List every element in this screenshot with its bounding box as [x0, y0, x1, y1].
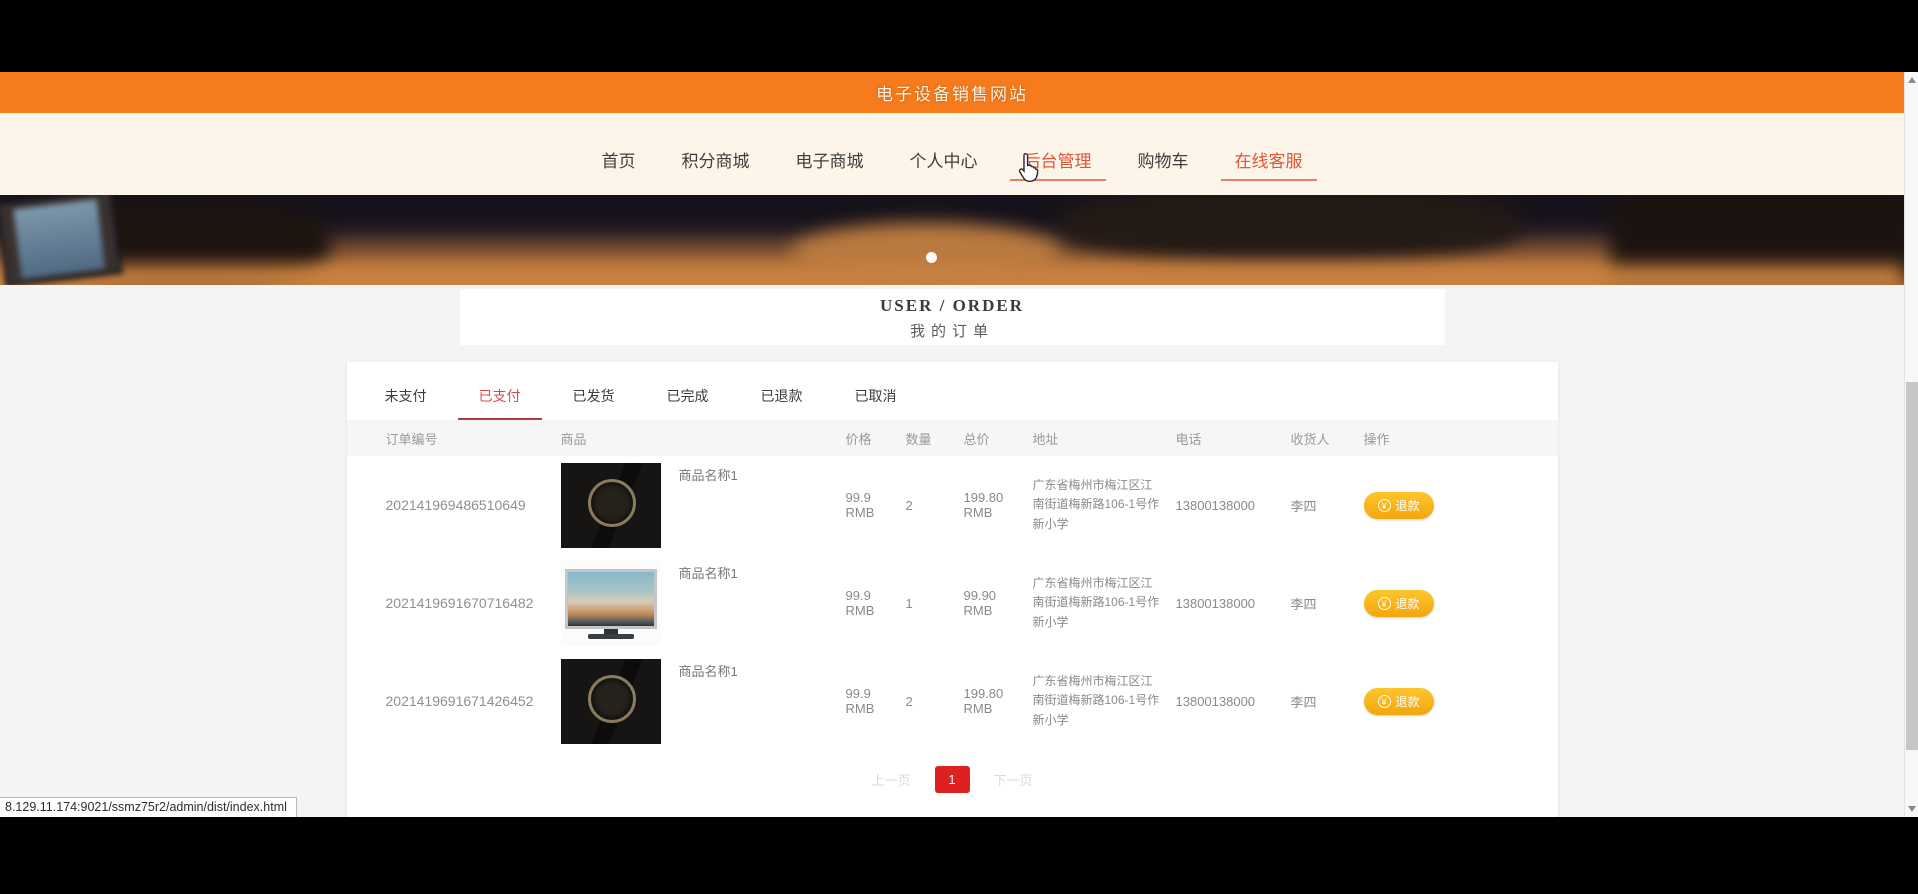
- scrollbar-thumb[interactable]: [1906, 382, 1918, 750]
- pagination: 上一页 1 下一页: [347, 766, 1558, 793]
- refund-button[interactable]: ¥ 退款: [1363, 687, 1434, 715]
- col-header-product: 商品: [560, 431, 587, 447]
- quantity: 1: [905, 595, 913, 611]
- refund-button-label: 退款: [1395, 596, 1420, 611]
- scroll-up-icon[interactable]: [1908, 77, 1916, 83]
- recipient: 李四: [1290, 694, 1317, 710]
- product-cell: 商品名称1: [546, 554, 831, 646]
- page-heading: USER / ORDER 我的订单: [459, 289, 1445, 345]
- page-heading-zh: 我的订单: [909, 324, 994, 340]
- orders-table-header: 订单编号 商品 价格 数量 总价 地址 电话 收货人 操作: [346, 420, 1558, 456]
- hero-carousel[interactable]: [0, 195, 1904, 285]
- product-image[interactable]: [560, 659, 661, 744]
- order-number: 2021419691671426452: [385, 693, 534, 709]
- tv-stand: [603, 628, 618, 634]
- recipient: 李四: [1290, 498, 1317, 514]
- letterbox-top: [0, 0, 1918, 72]
- order-number: 2021419691670716482: [385, 595, 534, 611]
- col-header-quantity: 数量: [905, 431, 932, 447]
- pagination-prev-button[interactable]: 上一页: [871, 770, 910, 789]
- product-image[interactable]: [560, 561, 661, 646]
- scroll-down-icon[interactable]: [1908, 806, 1916, 812]
- main-nav: 首页 积分商城 电子商城 个人中心 后台管理 购物车 在线客服: [0, 113, 1904, 195]
- action-cell: ¥ 退款: [1349, 687, 1534, 715]
- tab-paid[interactable]: 已支付: [457, 386, 542, 420]
- vertical-scrollbar[interactable]: [1904, 72, 1918, 817]
- banner-phone-image: [0, 195, 123, 285]
- address: 广东省梅州市梅江区江南街道梅新路106-1号作新小学: [1032, 576, 1160, 629]
- col-header-phone: 电话: [1175, 431, 1202, 447]
- recipient: 李四: [1290, 596, 1317, 612]
- nav-item-online-service[interactable]: 在线客服: [1220, 147, 1317, 181]
- price: 99.9 RMB: [845, 588, 875, 618]
- mouse-cursor-pointer: [1016, 152, 1043, 188]
- phone: 13800138000: [1175, 693, 1256, 709]
- coin-icon: ¥: [1377, 498, 1391, 512]
- tab-shipped[interactable]: 已发货: [573, 386, 615, 418]
- product-cell: 商品名称1: [546, 652, 831, 744]
- phone: 13800138000: [1175, 595, 1256, 611]
- site-header: 电子设备销售网站: [0, 72, 1904, 113]
- product-image[interactable]: [560, 463, 661, 548]
- table-row: 202141969486510649 商品名称1 99.9 RMB 2 199.…: [347, 456, 1558, 554]
- nav-item-points-mall[interactable]: 积分商城: [682, 147, 750, 172]
- tab-unpaid[interactable]: 未支付: [385, 386, 427, 418]
- site-title: 电子设备销售网站: [876, 85, 1028, 104]
- col-header-total: 总价: [963, 431, 990, 447]
- total-price: 199.80 RMB: [963, 686, 1004, 716]
- product-name: 商品名称1: [678, 664, 738, 679]
- col-header-action: 操作: [1363, 431, 1390, 447]
- col-header-recipient: 收货人: [1290, 431, 1330, 447]
- carousel-dot-icon[interactable]: [926, 252, 937, 263]
- banner-phone-screen: [13, 199, 106, 279]
- nav-item-cart[interactable]: 购物车: [1138, 147, 1189, 172]
- tv-stand-base: [587, 633, 634, 639]
- browser-page: 电子设备销售网站 首页 积分商城 电子商城 个人中心 后台管理 购物车 在线客服…: [0, 72, 1904, 817]
- page-heading-en: USER / ORDER: [880, 296, 1024, 315]
- tv-screen: [564, 568, 657, 629]
- action-cell: ¥ 退款: [1349, 491, 1534, 519]
- col-header-price: 价格: [845, 431, 872, 447]
- address: 广东省梅州市梅江区江南街道梅新路106-1号作新小学: [1032, 478, 1160, 531]
- refund-button-label: 退款: [1395, 694, 1420, 709]
- phone: 13800138000: [1175, 497, 1256, 513]
- quantity: 2: [905, 497, 913, 513]
- pagination-page-1[interactable]: 1: [934, 766, 970, 793]
- letterbox-bottom: [0, 817, 1918, 894]
- product-name: 商品名称1: [678, 566, 738, 581]
- tab-refunded[interactable]: 已退款: [761, 386, 803, 418]
- product-name: 商品名称1: [678, 468, 738, 483]
- table-row: 2021419691670716482 商品名称1 99.9 RMB 1 99.…: [347, 554, 1558, 652]
- col-header-order-no: 订单编号: [385, 431, 438, 447]
- coin-icon: ¥: [1377, 694, 1391, 708]
- banner-blur-shape: [1060, 195, 1520, 261]
- refund-button-label: 退款: [1395, 498, 1420, 513]
- tab-completed[interactable]: 已完成: [667, 386, 709, 418]
- total-price: 99.90 RMB: [963, 588, 997, 618]
- order-number: 202141969486510649: [385, 497, 526, 513]
- banner-blur-shape: [0, 265, 1904, 285]
- total-price: 199.80 RMB: [963, 490, 1004, 520]
- orders-card: 未支付 已支付 已发货 已完成 已退款 已取消 订单编号 商品 价格 数量 总价…: [346, 362, 1558, 817]
- address: 广东省梅州市梅江区江南街道梅新路106-1号作新小学: [1032, 674, 1160, 727]
- screen: 电子设备销售网站 首页 积分商城 电子商城 个人中心 后台管理 购物车 在线客服…: [0, 0, 1918, 894]
- price: 99.9 RMB: [845, 490, 875, 520]
- col-header-address: 地址: [1032, 431, 1059, 447]
- quantity: 2: [905, 693, 913, 709]
- product-cell: 商品名称1: [546, 456, 831, 548]
- pagination-next-button[interactable]: 下一页: [994, 770, 1033, 789]
- nav-item-electronics-mall[interactable]: 电子商城: [796, 147, 864, 172]
- refund-button[interactable]: ¥ 退款: [1363, 491, 1434, 519]
- refund-button[interactable]: ¥ 退款: [1363, 589, 1434, 617]
- tab-cancelled[interactable]: 已取消: [855, 386, 897, 418]
- table-row: 2021419691671426452 商品名称1 99.9 RMB 2 199…: [347, 652, 1558, 750]
- action-cell: ¥ 退款: [1349, 589, 1534, 617]
- price: 99.9 RMB: [845, 686, 875, 716]
- nav-item-home[interactable]: 首页: [602, 147, 636, 172]
- nav-item-user-center[interactable]: 个人中心: [910, 147, 978, 172]
- coin-icon: ¥: [1377, 596, 1391, 610]
- browser-status-link: 8.129.11.174:9021/ssmz75r2/admin/dist/in…: [0, 797, 297, 817]
- order-status-tabs: 未支付 已支付 已发货 已完成 已退款 已取消: [347, 362, 1558, 420]
